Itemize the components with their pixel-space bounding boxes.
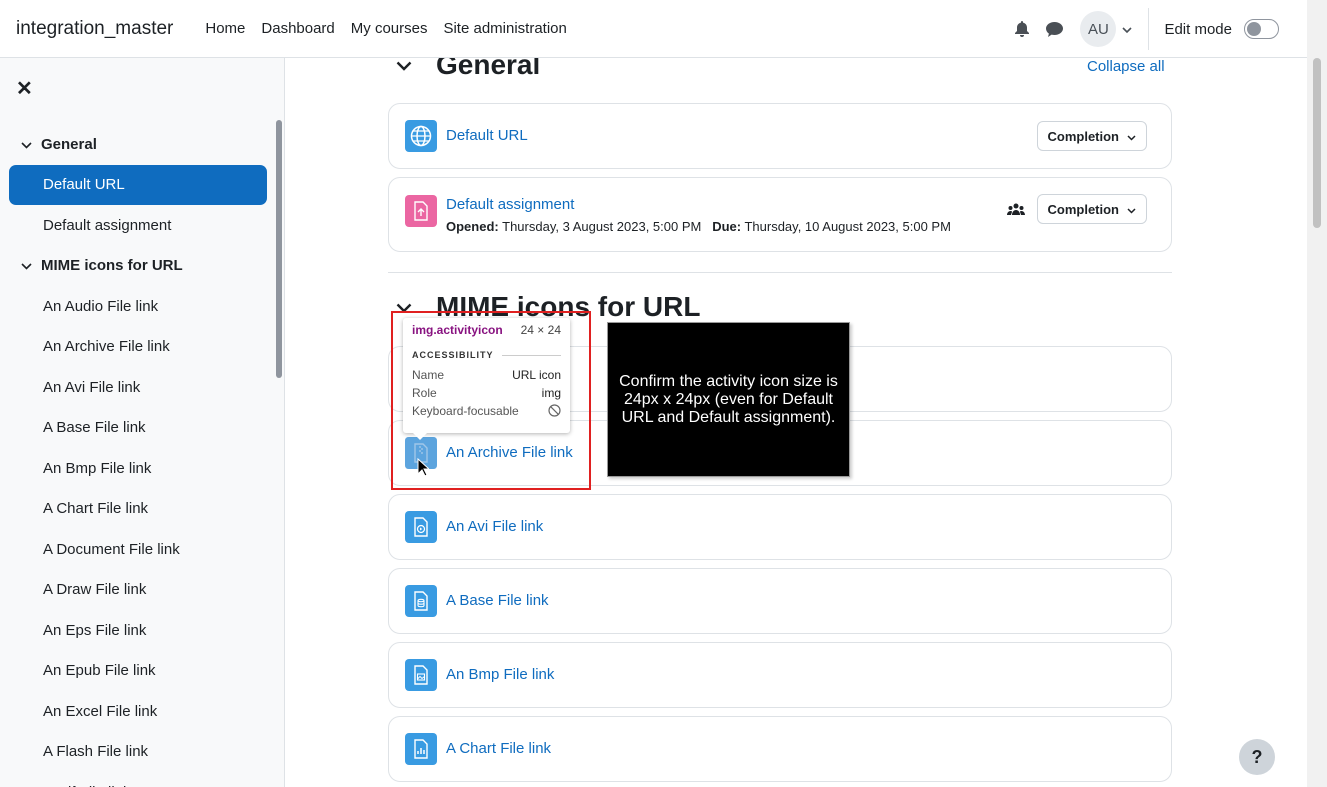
accessibility-heading: ACCESSIBILITY	[412, 350, 561, 360]
activity-card-avi: An Avi File link	[388, 494, 1172, 560]
activity-card-default-assignment: Default assignment Opened: Thursday, 3 A…	[388, 177, 1172, 252]
chevron-down-icon	[1127, 129, 1136, 144]
inspector-tooltip: img.activityicon 24 × 24 ACCESSIBILITY N…	[403, 318, 570, 433]
drawer-item-gif[interactable]: A Gif File link	[9, 772, 267, 787]
page-scrollbar[interactable]	[1307, 0, 1327, 787]
section-divider	[388, 272, 1172, 273]
nav-my-courses[interactable]: My courses	[343, 20, 436, 37]
activity-link[interactable]: Default assignment	[446, 196, 574, 213]
element-selector: img.activityicon	[412, 323, 503, 337]
opened-label: Opened:	[446, 219, 499, 234]
drawer-scrollbar[interactable]	[276, 120, 282, 378]
messages-icon[interactable]	[1038, 13, 1070, 45]
drawer-item-draw[interactable]: A Draw File link	[9, 570, 267, 611]
nav-site-administration[interactable]: Site administration	[435, 20, 574, 37]
drawer-item-base[interactable]: A Base File link	[9, 408, 267, 449]
activity-link[interactable]: A Chart File link	[446, 740, 551, 757]
drawer-item-default-url[interactable]: Default URL	[9, 164, 267, 205]
due-date: Thursday, 10 August 2023, 5:00 PM	[744, 219, 951, 234]
drawer-item-eps[interactable]: An Eps File link	[9, 610, 267, 651]
collapse-all-link[interactable]: Collapse all	[1087, 58, 1165, 75]
activity-link[interactable]: An Avi File link	[446, 518, 543, 535]
completion-label: Completion	[1047, 128, 1120, 144]
page-scrollbar-thumb[interactable]	[1313, 58, 1321, 228]
tooltip-key: Role	[412, 386, 437, 400]
activity-card-chart: A Chart File link	[388, 716, 1172, 782]
due-label: Due:	[712, 219, 742, 234]
element-size: 24 × 24	[520, 323, 561, 337]
activity-card-bmp: An Bmp File link	[388, 642, 1172, 708]
drawer-item-archive[interactable]: An Archive File link	[9, 327, 267, 368]
tooltip-value: img	[541, 386, 561, 400]
nav-home[interactable]: Home	[197, 20, 253, 37]
tooltip-header: img.activityicon 24 × 24	[412, 323, 561, 337]
edit-mode-label: Edit mode	[1164, 20, 1232, 38]
video-file-icon	[405, 511, 437, 543]
drawer-item-excel[interactable]: An Excel File link	[9, 691, 267, 732]
drawer-item-document[interactable]: A Document File link	[9, 529, 267, 570]
activity-dates: Opened: Thursday, 3 August 2023, 5:00 PM…	[446, 219, 951, 234]
drawer-item-flash[interactable]: A Flash File link	[9, 732, 267, 773]
activity-link[interactable]: An Bmp File link	[446, 666, 554, 683]
chevron-down-icon[interactable]	[21, 257, 32, 274]
tooltip-value: URL icon	[512, 368, 561, 382]
tooltip-key: Name	[412, 368, 445, 382]
tooltip-row: Name URL icon	[412, 368, 561, 382]
user-menu-area: AU Edit mode	[1006, 0, 1279, 58]
completion-dropdown[interactable]: Completion	[1036, 194, 1147, 224]
image-file-icon	[405, 659, 437, 691]
activity-link[interactable]: A Base File link	[446, 592, 549, 609]
not-focusable-icon	[548, 404, 561, 420]
site-brand[interactable]: integration_master	[16, 18, 173, 40]
tooltip-arrow	[413, 433, 427, 440]
primary-nav: Home Dashboard My courses Site administr…	[197, 20, 575, 37]
annotation-note: Confirm the activity icon size is 24px x…	[607, 322, 850, 477]
drawer-item-chart[interactable]: A Chart File link	[9, 489, 267, 530]
activity-card-base: A Base File link	[388, 568, 1172, 634]
completion-dropdown[interactable]: Completion	[1036, 121, 1147, 151]
drawer-item-audio[interactable]: An Audio File link	[9, 286, 267, 327]
assignment-icon	[405, 195, 437, 227]
url-globe-icon	[405, 120, 437, 152]
navbar-divider	[1148, 8, 1150, 50]
chevron-down-icon	[1127, 202, 1136, 217]
tooltip-row: Role img	[412, 386, 561, 400]
drawer-item-avi[interactable]: An Avi File link	[9, 367, 267, 408]
avatar[interactable]: AU	[1080, 11, 1117, 47]
drawer-item-default-assignment[interactable]: Default assignment	[9, 205, 267, 246]
drawer-section-label: General	[41, 135, 97, 153]
drawer-item-epub[interactable]: An Epub File link	[9, 651, 267, 692]
activity-card-default-url: Default URL Completion	[388, 103, 1172, 169]
activity-link[interactable]: Default URL	[446, 127, 528, 144]
tooltip-key: Keyboard-focusable	[412, 404, 519, 418]
opened-date: Thursday, 3 August 2023, 5:00 PM	[502, 219, 702, 234]
database-file-icon	[405, 585, 437, 617]
chevron-down-icon[interactable]	[21, 136, 32, 153]
course-index-drawer: ✕ General Default URL Default assignment…	[0, 58, 285, 787]
drawer-item-bmp[interactable]: An Bmp File link	[9, 448, 267, 489]
help-button[interactable]: ?	[1239, 739, 1275, 775]
drawer-section-label: MIME icons for URL	[41, 257, 183, 275]
group-mode-icon[interactable]	[1007, 202, 1025, 221]
drawer-section-general[interactable]: General	[9, 124, 267, 165]
edit-mode-toggle[interactable]	[1244, 19, 1279, 39]
chevron-down-icon[interactable]	[1122, 21, 1133, 38]
drawer-section-mime-icons[interactable]: MIME icons for URL	[9, 246, 267, 287]
close-drawer-icon[interactable]: ✕	[16, 76, 33, 101]
tooltip-row: Keyboard-focusable	[412, 404, 561, 420]
completion-label: Completion	[1047, 201, 1120, 217]
course-index-list: General Default URL Default assignment M…	[9, 124, 267, 787]
mouse-pointer-icon	[417, 457, 431, 481]
bell-icon[interactable]	[1006, 13, 1038, 45]
top-navbar: integration_master Home Dashboard My cou…	[0, 0, 1307, 58]
chart-file-icon	[405, 733, 437, 765]
nav-dashboard[interactable]: Dashboard	[253, 20, 342, 37]
